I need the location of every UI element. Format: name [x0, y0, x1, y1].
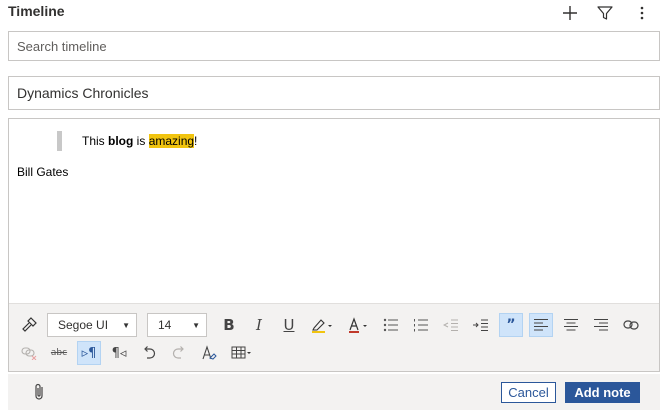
quote-text: This — [82, 134, 109, 148]
chevron-down-icon: ▼ — [192, 320, 200, 330]
formatting-toolbar: Segoe UI ▼ 14 ▼ B I U ” abc ▹¶ ¶◃ — [9, 303, 659, 371]
undo-button[interactable] — [137, 341, 161, 365]
ltr-button[interactable]: ▹¶ — [77, 341, 101, 365]
add-note-button[interactable]: Add note — [565, 382, 640, 403]
filter-button[interactable] — [591, 0, 619, 26]
signature-text: Bill Gates — [17, 165, 69, 179]
align-left-icon — [534, 318, 548, 331]
font-family-dropdown[interactable]: Segoe UI ▼ — [47, 313, 137, 337]
insert-table-button[interactable] — [227, 341, 257, 365]
increase-indent-button[interactable] — [469, 313, 493, 337]
search-input[interactable] — [9, 32, 659, 60]
decrease-indent-button[interactable] — [439, 313, 463, 337]
table-icon — [231, 346, 251, 359]
toolbar-row-1: Segoe UI ▼ 14 ▼ B I U ” — [17, 312, 649, 338]
underline-icon: U — [283, 316, 295, 334]
bullet-list-icon — [383, 318, 398, 332]
strikethrough-icon: abc — [50, 348, 68, 358]
increase-indent-icon — [473, 319, 488, 331]
font-family-value: Segoe UI — [58, 318, 109, 332]
font-size-value: 14 — [158, 318, 172, 332]
align-center-button[interactable] — [559, 313, 583, 337]
filter-icon — [597, 6, 613, 20]
paperclip-icon — [35, 383, 43, 400]
note-editor: This blog is amazing! Bill Gates Segoe U… — [8, 118, 660, 372]
numbered-list-button[interactable] — [409, 313, 433, 337]
quote-bold-text: blog — [108, 134, 134, 148]
highlight-icon — [312, 319, 332, 333]
underline-button[interactable]: U — [277, 313, 301, 337]
numbered-list-icon — [414, 319, 428, 332]
strikethrough-button[interactable]: abc — [47, 341, 71, 365]
align-center-icon — [564, 318, 578, 331]
undo-icon — [144, 346, 156, 359]
chevron-down-icon: ▼ — [122, 320, 130, 330]
note-subject-input[interactable] — [9, 77, 659, 109]
add-icon — [563, 6, 577, 20]
align-left-button[interactable] — [529, 313, 553, 337]
cancel-button[interactable]: Cancel — [501, 382, 556, 403]
blockquote-icon: ” — [506, 317, 516, 333]
align-right-button[interactable] — [589, 313, 613, 337]
redo-icon — [172, 346, 184, 359]
align-right-icon — [594, 318, 608, 331]
font-color-button[interactable] — [343, 313, 373, 337]
blockquote: This blog is amazing! — [57, 131, 197, 151]
redo-button[interactable] — [167, 341, 191, 365]
font-color-icon — [349, 317, 367, 333]
blockquote-button[interactable]: ” — [499, 313, 523, 337]
attach-button[interactable] — [30, 382, 50, 402]
clear-format-icon — [202, 345, 217, 360]
unlink-icon — [21, 347, 37, 360]
quote-text: is — [133, 134, 149, 148]
subject-box — [8, 76, 660, 110]
bullet-list-button[interactable] — [379, 313, 403, 337]
quote-text: ! — [194, 134, 198, 148]
clear-format-button[interactable] — [197, 341, 221, 365]
toolbar-row-2: abc ▹¶ ¶◃ — [17, 340, 263, 366]
rtl-button[interactable]: ¶◃ — [107, 341, 131, 365]
format-painter-button[interactable] — [17, 313, 41, 337]
add-button[interactable] — [556, 0, 584, 26]
timeline-header: Timeline — [0, 0, 667, 26]
rich-text-body[interactable]: This blog is amazing! Bill Gates — [9, 119, 659, 303]
link-icon — [623, 320, 639, 330]
timeline-title: Timeline — [8, 3, 65, 19]
link-button[interactable] — [619, 313, 643, 337]
font-size-dropdown[interactable]: 14 ▼ — [147, 313, 207, 337]
italic-button[interactable]: I — [247, 313, 271, 337]
bold-button[interactable]: B — [217, 313, 241, 337]
highlight-button[interactable] — [307, 313, 337, 337]
search-box — [8, 31, 660, 61]
more-icon — [640, 6, 644, 20]
bold-icon: B — [223, 316, 235, 334]
italic-icon: I — [256, 316, 262, 334]
more-button[interactable] — [628, 0, 656, 26]
quote-highlighted-text: amazing — [148, 134, 195, 148]
note-footer: Cancel Add note — [8, 374, 660, 410]
decrease-indent-icon — [443, 319, 458, 331]
ltr-icon: ▹¶ — [81, 345, 97, 361]
rtl-icon: ¶◃ — [111, 345, 127, 361]
unlink-button[interactable] — [17, 341, 41, 365]
format-painter-icon — [22, 317, 37, 332]
